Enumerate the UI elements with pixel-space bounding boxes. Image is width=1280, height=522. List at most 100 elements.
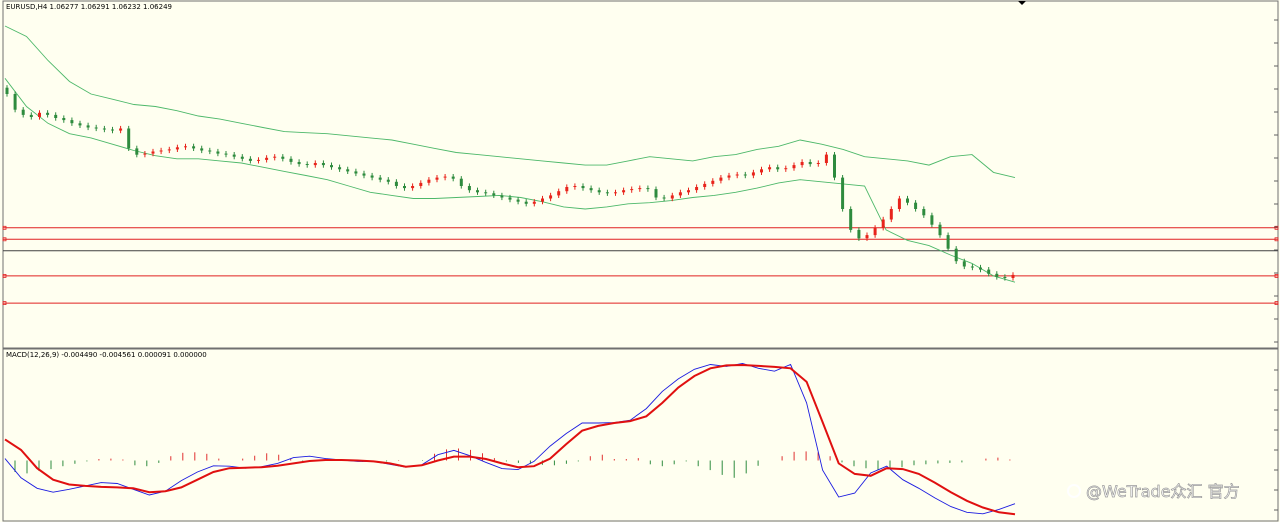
candle-body [857,229,861,239]
candle-body [70,120,74,124]
candle-body [216,151,220,154]
candle-body [403,186,406,189]
candle-body [151,151,155,154]
candle-body [500,195,504,198]
candle-body [386,179,390,182]
candle-body [394,181,398,186]
candle-body [646,188,650,190]
candle-body [338,167,342,170]
candle-body [727,175,731,178]
candle-body [614,192,617,194]
candle-body [443,176,447,178]
candle-body [573,186,577,187]
candle-body [654,189,658,198]
candle-body [411,186,415,189]
candle-body [419,182,423,186]
candle-body [622,190,626,193]
macd-header: MACD(12,26,9) -0.004490 -0.004561 0.0000… [6,351,207,359]
candle-body [427,179,431,183]
candle-body [240,156,244,159]
candle-body [914,202,918,209]
candle-body [889,209,893,220]
candle-body [1003,277,1007,278]
chart-background [0,0,1280,522]
candle-body [370,175,374,178]
candle-body [13,94,17,110]
candle-body [541,198,544,202]
candle-body [735,174,739,176]
candle-body [184,146,187,148]
candle-body [678,192,682,196]
candle-body [467,186,471,191]
candle-body [248,158,252,161]
candle-body [476,190,479,193]
candle-body [922,209,926,216]
candle-body [516,199,520,202]
candle-body [232,154,236,157]
candle-body [630,189,634,191]
candle-body [257,159,260,161]
candle-body [508,197,512,200]
candle-body [297,162,301,165]
candle-body [532,201,536,204]
candle-body [979,267,982,270]
candle-body [354,171,358,174]
chart-root: EURUSD,H4 1.06277 1.06291 1.06232 1.0624… [0,0,1280,522]
candle-body [962,261,966,267]
candle-body [167,149,171,151]
candle-body [662,197,666,199]
candle-body [29,114,33,117]
candle-body [800,162,804,166]
candle-body [597,190,601,193]
candle-body [54,114,58,118]
candle-body [824,154,828,163]
candle-body [776,167,780,170]
candle-body [208,150,212,152]
candle-body [711,180,715,184]
candle-body [792,165,796,169]
candle-body [784,168,788,170]
candle-body [995,273,999,277]
candle-body [760,169,763,173]
candle-body [565,187,569,192]
candle-body [881,219,885,228]
candle-body [930,215,934,225]
candle-body [135,148,139,155]
candle-body [200,148,204,151]
candle-body [143,153,147,155]
candle-body [841,177,845,209]
candle-body [102,128,106,130]
candle-body [378,177,382,180]
candle-body [865,235,869,239]
candle-body [435,177,439,180]
candle-body [687,190,690,193]
candle-body [670,195,674,199]
candle-body [557,191,561,196]
candle-body [78,123,82,126]
candle-body [751,172,755,176]
candle-body [346,169,350,172]
candle-body [938,224,942,236]
candle-body [175,147,179,150]
candle-body [897,198,901,209]
candle-body [484,192,488,194]
candle-body [119,128,123,131]
candle-body [808,162,812,165]
candle-body [305,164,309,165]
price-header: EURUSD,H4 1.06277 1.06291 1.06232 1.0624… [6,3,172,11]
candle-body [589,188,593,191]
candle-body [524,201,528,204]
candle-body [970,266,974,268]
candle-body [816,163,820,164]
watermark-text: @WeTrade众汇 官方 [1086,482,1240,501]
candle-body [289,158,293,162]
candle-body [492,193,496,196]
candle-body [695,187,699,191]
candle-body [224,153,228,155]
candle-body [459,178,463,186]
candle-body [954,248,958,262]
candle-body [281,156,285,159]
candle-body [743,174,747,176]
candle-body [605,192,609,194]
candle-body [265,157,269,160]
